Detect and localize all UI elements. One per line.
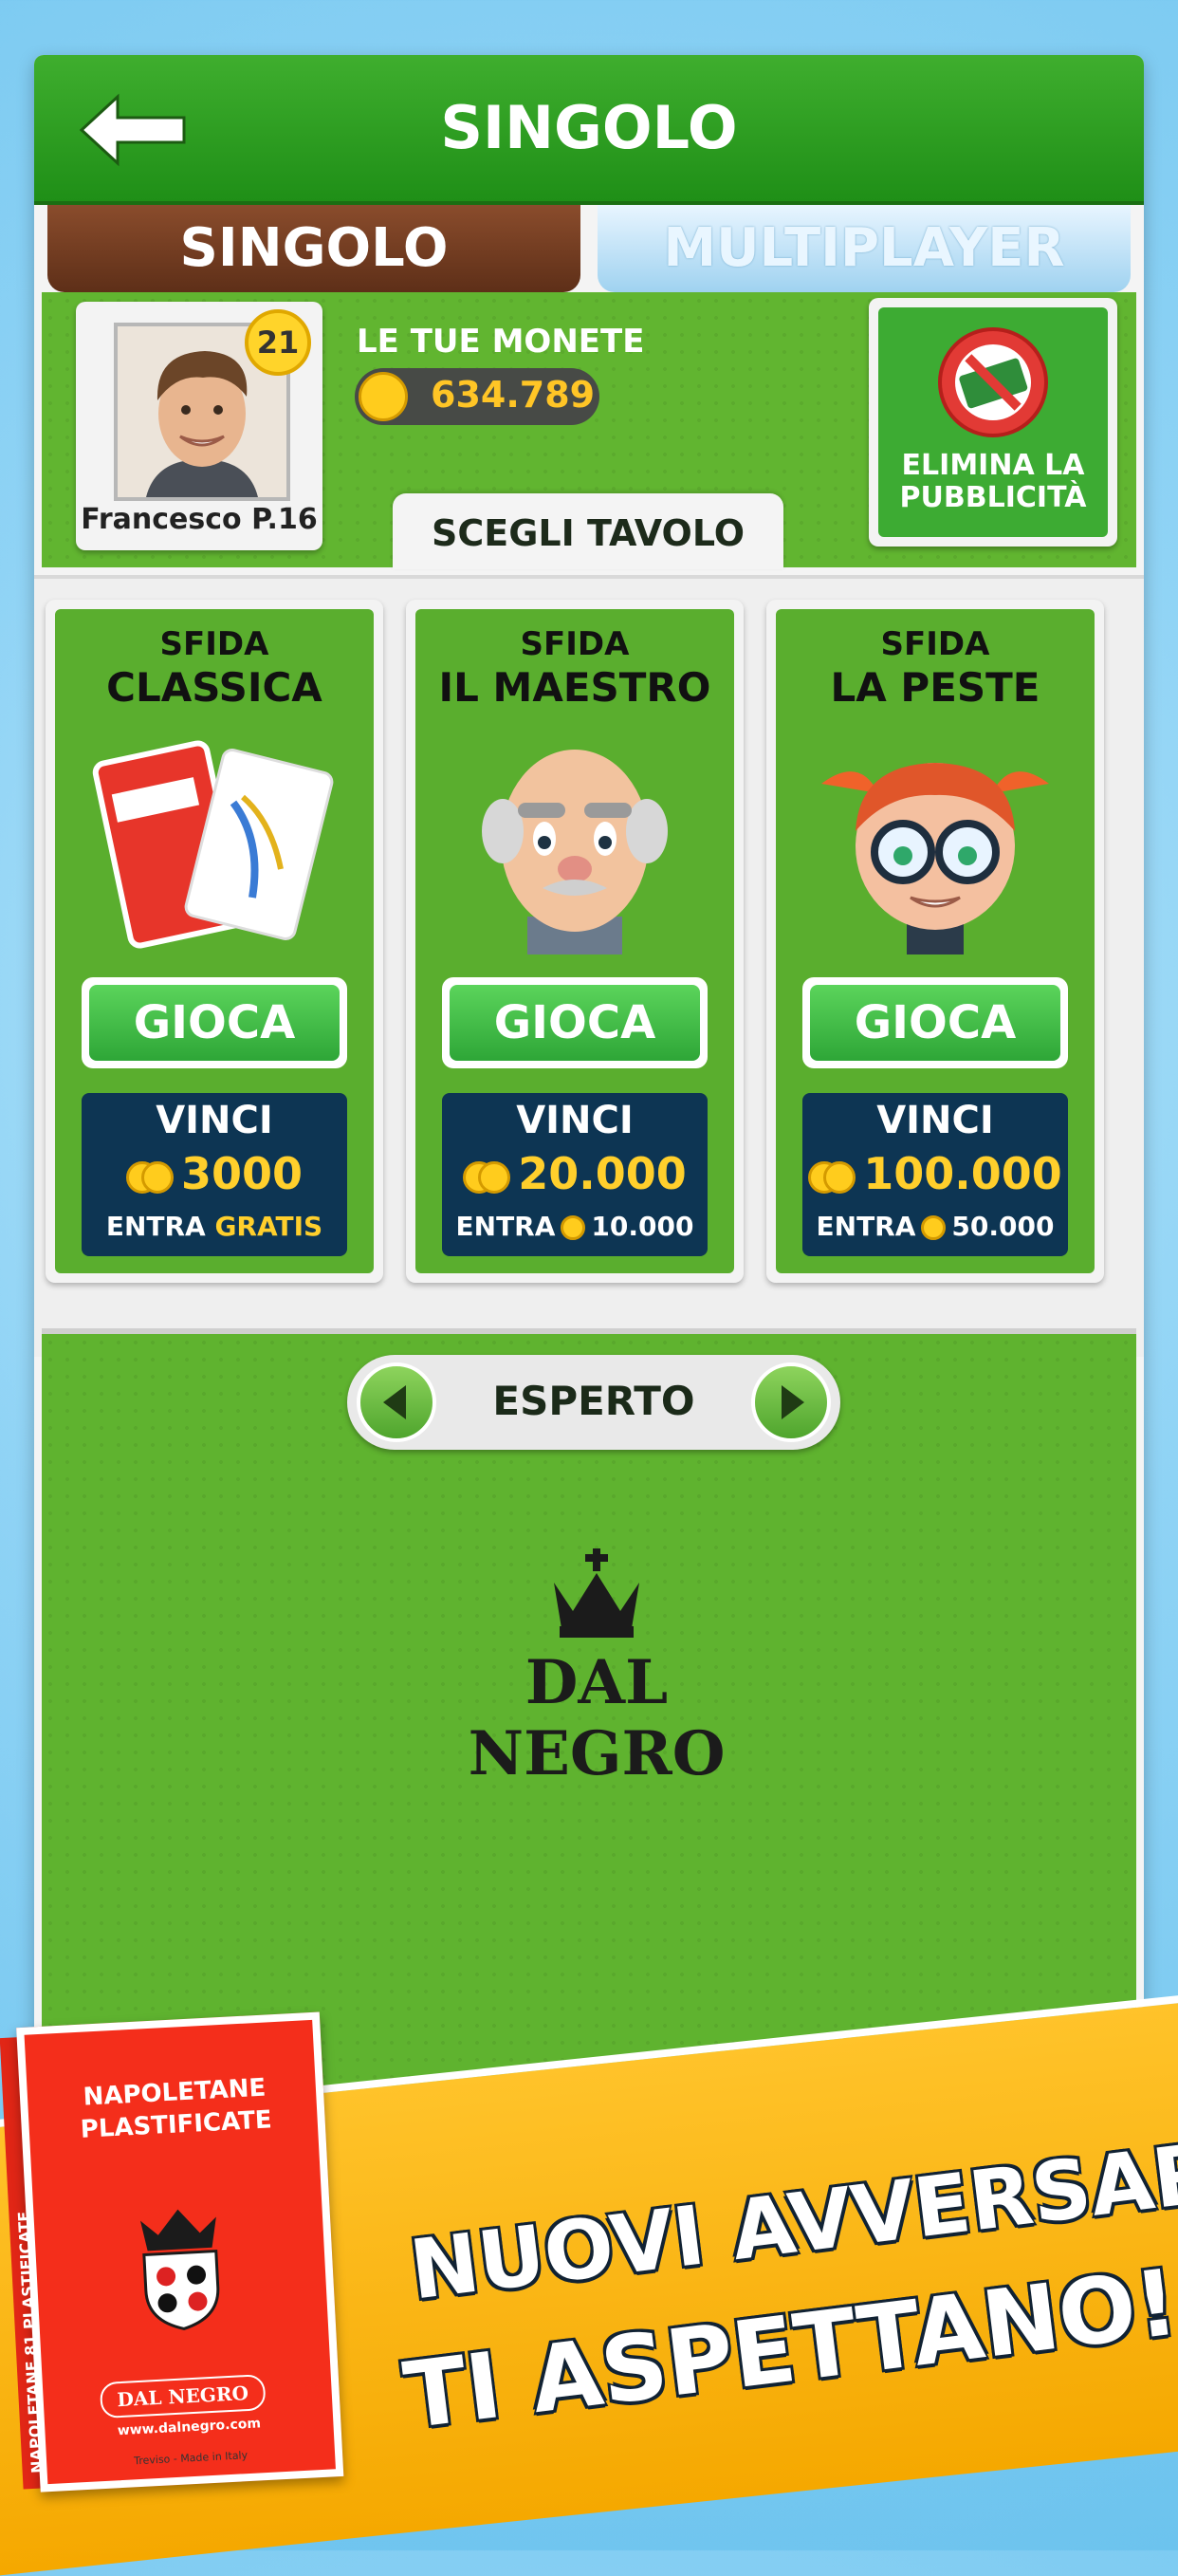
- prize-amount: 20.000: [518, 1148, 687, 1199]
- table-title: SFIDA IL MAESTRO: [415, 622, 734, 710]
- entry-label: ENTRA: [816, 1211, 916, 1242]
- play-button[interactable]: GIOCA: [802, 977, 1068, 1068]
- choose-table-tab: SCEGLI TAVOLO: [393, 493, 783, 569]
- play-button-label: GIOCA: [810, 985, 1060, 1061]
- table-title-line2: IL MAESTRO: [438, 664, 711, 711]
- entry-value: GRATIS: [214, 1211, 323, 1242]
- prize-box: VINCI 100.000 ENTRA 50.000: [802, 1093, 1068, 1256]
- coin-icon: [359, 372, 408, 421]
- remove-ads-button[interactable]: ELIMINA LA PUBBLICITÀ: [869, 298, 1117, 547]
- entry-value: 10.000: [591, 1211, 694, 1242]
- player-name: Francesco P.16: [81, 503, 318, 536]
- entry-value: 50.000: [951, 1211, 1055, 1242]
- table-title-line2: CLASSICA: [106, 664, 322, 711]
- prize-value: 3000: [82, 1148, 347, 1199]
- play-button[interactable]: GIOCA: [442, 977, 708, 1068]
- deck-brand: DAL NEGRO: [99, 2374, 267, 2419]
- entry-fee: ENTRA 50.000: [802, 1211, 1068, 1242]
- entry-fee: ENTRA 10.000: [442, 1211, 708, 1242]
- remove-ads-panel: ELIMINA LA PUBBLICITÀ: [878, 307, 1108, 537]
- tab-multiplayer[interactable]: MULTIPLAYER: [598, 205, 1131, 292]
- coins-label: LE TUE MONETE: [357, 323, 645, 361]
- win-label: VINCI: [876, 1099, 994, 1142]
- deck-crest-icon: [139, 2209, 220, 2330]
- brand-logo: DAL NEGRO: [431, 1545, 763, 1789]
- remove-ads-label-line1: ELIMINA LA: [901, 449, 1085, 482]
- remove-ads-label-line2: PUBBLICITÀ: [899, 481, 1087, 514]
- play-button-label: GIOCA: [89, 985, 340, 1061]
- entry-fee: ENTRA GRATIS: [82, 1211, 347, 1242]
- entry-label: ENTRA: [105, 1211, 206, 1242]
- win-label: VINCI: [516, 1099, 634, 1142]
- table-card-peste: SFIDA LA PESTE GIOCA VINCI 100.000 ENTRA…: [766, 600, 1104, 1283]
- level-badge: 21: [245, 309, 311, 376]
- table-title-line1: SFIDA: [159, 625, 269, 663]
- chevron-right-icon: [782, 1385, 804, 1419]
- remove-ads-label: ELIMINA LA PUBBLICITÀ: [878, 450, 1108, 514]
- coin-icon: [921, 1215, 947, 1240]
- deck-made-in: Treviso - Made in Italy: [133, 2449, 248, 2468]
- player-card[interactable]: 21 Francesco P.16: [76, 302, 322, 550]
- prize-value: 100.000: [802, 1148, 1068, 1199]
- crown-icon: [554, 1548, 639, 1638]
- difficulty-selector: ESPERTO: [347, 1355, 840, 1450]
- tables-row: SFIDA CLASSICA GIOCA VINCI 3000 ENTRA GR…: [34, 575, 1144, 1357]
- header-bar: SINGOLO: [34, 55, 1144, 205]
- coins-value: 634.789: [431, 374, 596, 416]
- table-title-line2: LA PESTE: [830, 664, 1040, 711]
- play-button[interactable]: GIOCA: [82, 977, 347, 1068]
- table-title-line1: SFIDA: [880, 625, 990, 663]
- table-title: SFIDA LA PESTE: [776, 622, 1095, 710]
- brand-name: DAL NEGRO: [468, 1647, 726, 1789]
- cards-art: [92, 740, 334, 949]
- card-deck-box: NAPOLETANE PLASTIFICATE DAL NEGRO www.da…: [0, 2011, 363, 2501]
- deck-url: www.dalnegro.com: [117, 2416, 262, 2439]
- win-label: VINCI: [156, 1099, 273, 1142]
- difficulty-next-button[interactable]: [751, 1362, 831, 1442]
- prize-value: 20.000: [442, 1148, 708, 1199]
- coins-balance: 634.789: [355, 368, 599, 425]
- table-card-body: SFIDA IL MAESTRO GIOCA VINCI 20.000 ENTR…: [415, 609, 734, 1273]
- page-title: SINGOLO: [440, 93, 738, 162]
- coins-stack-icon: [808, 1160, 857, 1194]
- no-ads-icon: [938, 327, 1048, 437]
- prize-box: VINCI 3000 ENTRA GRATIS: [82, 1093, 347, 1256]
- deck-face: NAPOLETANE PLASTIFICATE DAL NEGRO www.da…: [16, 2011, 344, 2493]
- table-title-line1: SFIDA: [520, 625, 630, 663]
- coins-stack-icon: [125, 1160, 175, 1194]
- play-button-label: GIOCA: [450, 985, 700, 1061]
- entry-label: ENTRA: [455, 1211, 556, 1242]
- table-card-body: SFIDA CLASSICA GIOCA VINCI 3000 ENTRA GR…: [55, 609, 374, 1273]
- coins-stack-icon: [463, 1160, 512, 1194]
- old-man-art: [482, 750, 668, 954]
- main-panel: SINGOLO SINGOLO MULTIPLAYER 21 Francesco…: [34, 55, 1144, 2332]
- table-card-maestro: SFIDA IL MAESTRO GIOCA VINCI 20.000 ENTR…: [406, 600, 744, 1283]
- prize-box: VINCI 20.000 ENTRA 10.000: [442, 1093, 708, 1256]
- prize-amount: 100.000: [863, 1148, 1062, 1199]
- table-card-classica: SFIDA CLASSICA GIOCA VINCI 3000 ENTRA GR…: [46, 600, 383, 1283]
- deck-title: NAPOLETANE PLASTIFICATE: [46, 2070, 304, 2148]
- coin-icon: [561, 1215, 586, 1240]
- girl-art: [821, 763, 1049, 954]
- tab-singolo[interactable]: SINGOLO: [47, 205, 580, 292]
- table-title: SFIDA CLASSICA: [55, 622, 374, 710]
- prize-amount: 3000: [180, 1148, 304, 1199]
- table-card-body: SFIDA LA PESTE GIOCA VINCI 100.000 ENTRA…: [776, 609, 1095, 1273]
